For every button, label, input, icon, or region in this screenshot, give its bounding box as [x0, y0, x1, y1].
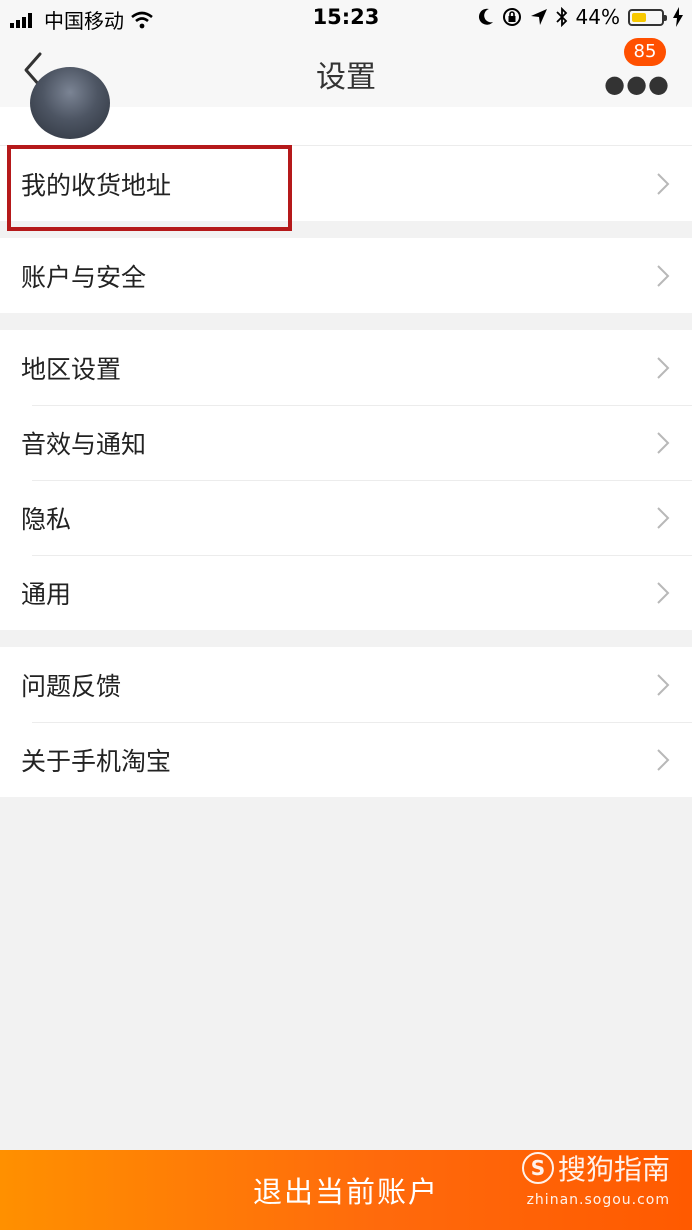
highlight-box	[7, 145, 292, 231]
more-dots-icon: ●●●	[604, 70, 670, 98]
sogou-logo-icon: S	[521, 1152, 554, 1184]
chevron-right-icon	[657, 265, 670, 287]
watermark: S 搜狗指南 zhinan.sogou.com	[521, 1148, 670, 1208]
chevron-right-icon	[657, 749, 670, 771]
settings-item-label: 地区设置	[21, 354, 122, 384]
bluetooth-icon	[555, 7, 567, 27]
charging-icon	[673, 7, 683, 27]
settings-item-general[interactable]: 通用	[0, 555, 692, 630]
rotation-lock-icon	[502, 8, 521, 26]
more-button[interactable]: ●●● 85	[604, 38, 678, 100]
settings-group-account: 账户与安全	[0, 238, 692, 313]
settings-item-privacy[interactable]: 隐私	[0, 480, 692, 555]
settings-item-label: 隐私	[21, 504, 72, 534]
avatar	[30, 67, 110, 139]
settings-screen: 中国移动 15:23 44% 设置 ●●● 85 我的收货地址 账户与安全 地区…	[0, 0, 692, 1230]
settings-group-general: 地区设置 音效与通知 隐私 通用	[0, 330, 692, 630]
settings-item-about-app[interactable]: 关于手机淘宝	[0, 722, 692, 797]
settings-item-label: 音效与通知	[21, 429, 147, 459]
settings-item-feedback[interactable]: 问题反馈	[0, 647, 692, 722]
status-bar: 中国移动 15:23 44%	[0, 0, 692, 36]
chevron-right-icon	[657, 582, 670, 604]
chevron-right-icon	[657, 357, 670, 379]
chevron-right-icon	[657, 173, 670, 195]
profile-row[interactable]	[0, 67, 692, 146]
settings-item-region[interactable]: 地区设置	[0, 330, 692, 405]
settings-item-label: 通用	[21, 579, 72, 609]
battery-icon	[628, 8, 667, 26]
chevron-right-icon	[657, 507, 670, 529]
settings-group-about: 问题反馈 关于手机淘宝	[0, 647, 692, 797]
moon-icon	[478, 8, 493, 25]
notification-badge: 85	[624, 38, 666, 66]
watermark-url: zhinan.sogou.com	[526, 1192, 670, 1208]
logout-label: 退出当前账户	[252, 1175, 439, 1209]
chevron-right-icon	[657, 674, 670, 696]
settings-item-label: 账户与安全	[21, 262, 147, 292]
watermark-brand: 搜狗指南	[557, 1153, 670, 1186]
settings-item-sound-notifications[interactable]: 音效与通知	[0, 405, 692, 480]
chevron-right-icon	[657, 432, 670, 454]
location-icon	[530, 9, 547, 25]
battery-percent: 44%	[575, 5, 620, 29]
settings-item-label: 关于手机淘宝	[21, 746, 172, 776]
settings-item-label: 问题反馈	[21, 671, 122, 701]
settings-item-account-security[interactable]: 账户与安全	[0, 238, 692, 313]
